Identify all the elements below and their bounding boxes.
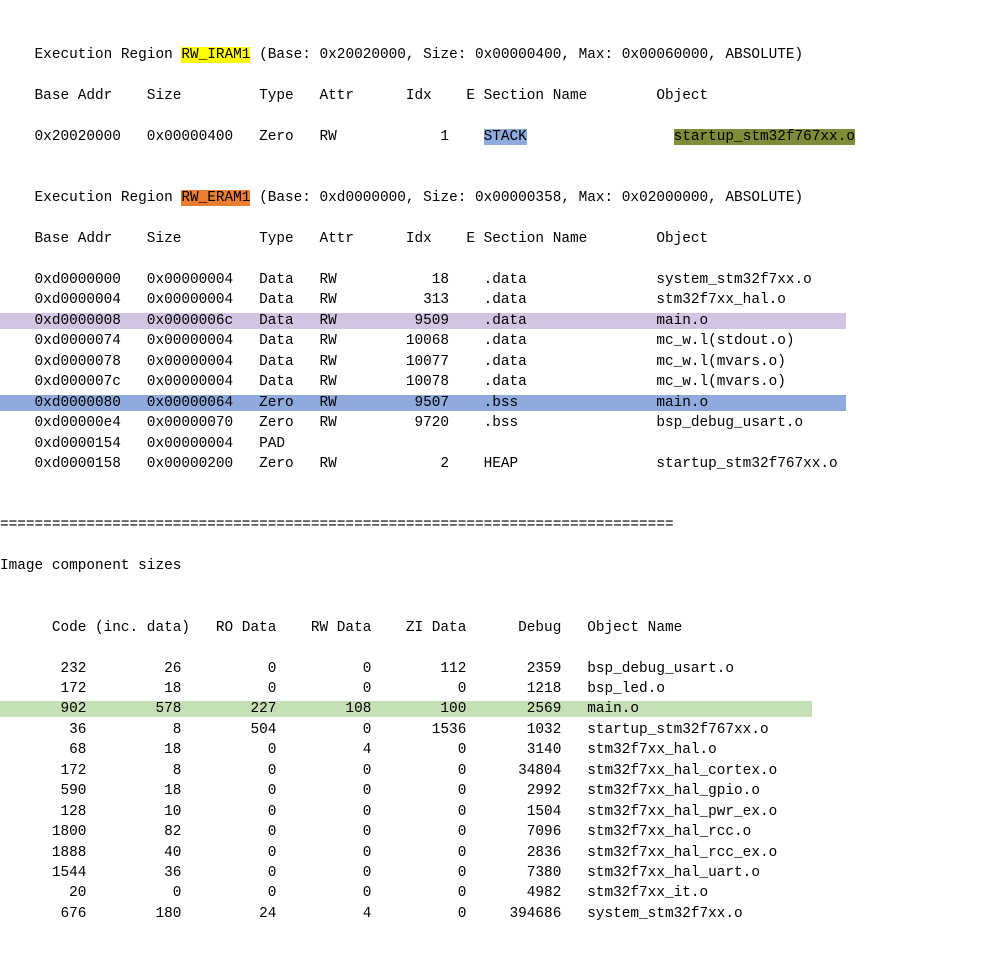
region2-row0: 0xd0000000 0x00000004 Data RW 18 .data s… bbox=[0, 272, 812, 288]
region2-header: Base Addr Size Type Attr Idx E Section N… bbox=[0, 231, 708, 247]
ics-row1: 172 18 0 0 0 1218 bsp_led.o bbox=[0, 681, 665, 697]
region2-row5: 0xd000007c 0x00000004 Data RW 10078 .dat… bbox=[0, 374, 786, 390]
region1-object: startup_stm32f767xx.o bbox=[674, 129, 855, 145]
ics-row11: 20 0 0 0 0 4982 stm32f7xx_it.o bbox=[0, 885, 708, 901]
ics-row0: 232 26 0 0 112 2359 bsp_debug_usart.o bbox=[0, 661, 734, 677]
region2-prefix: Execution Region bbox=[0, 190, 181, 206]
divider: ========================================… bbox=[0, 517, 674, 533]
region1-suffix: (Base: 0x20020000, Size: 0x00000400, Max… bbox=[250, 47, 803, 63]
region2-row4: 0xd0000078 0x00000004 Data RW 10077 .dat… bbox=[0, 354, 786, 370]
ics-row4: 68 18 0 4 0 3140 stm32f7xx_hal.o bbox=[0, 742, 717, 758]
ics-row10: 1544 36 0 0 0 7380 stm32f7xx_hal_uart.o bbox=[0, 865, 760, 881]
ics-row6: 590 18 0 0 0 2992 stm32f7xx_hal_gpio.o bbox=[0, 783, 760, 799]
region2-row8: 0xd0000154 0x00000004 PAD bbox=[0, 436, 285, 452]
ics-row9: 1888 40 0 0 0 2836 stm32f7xx_hal_rcc_ex.… bbox=[0, 845, 777, 861]
region1-row-mid bbox=[527, 129, 674, 145]
region2-row3: 0xd0000074 0x00000004 Data RW 10068 .dat… bbox=[0, 333, 795, 349]
region2-suffix: (Base: 0xd0000000, Size: 0x00000358, Max… bbox=[250, 190, 803, 206]
row-pad bbox=[639, 701, 812, 717]
image-component-sizes-title: Image component sizes bbox=[0, 558, 181, 574]
stack-label: STACK bbox=[484, 129, 527, 145]
region2-row9: 0xd0000158 0x00000200 Zero RW 2 HEAP sta… bbox=[0, 456, 838, 472]
region1-row-pre: 0x20020000 0x00000400 Zero RW 1 bbox=[0, 129, 484, 145]
ics-row8: 1800 82 0 0 0 7096 stm32f7xx_hal_rcc.o bbox=[0, 824, 751, 840]
ics-row3: 36 8 504 0 1536 1032 startup_stm32f767xx… bbox=[0, 722, 769, 738]
row-pad bbox=[708, 395, 846, 411]
region1-prefix: Execution Region bbox=[0, 47, 181, 63]
ics-header: Code (inc. data) RO Data RW Data ZI Data… bbox=[0, 620, 682, 636]
region2-row7: 0xd00000e4 0x00000070 Zero RW 9720 .bss … bbox=[0, 415, 803, 431]
ics-row7: 128 10 0 0 0 1504 stm32f7xx_hal_pwr_ex.o bbox=[0, 804, 777, 820]
region2-row2: 0xd0000008 0x0000006c Data RW 9509 .data… bbox=[0, 313, 708, 329]
region2-row6: 0xd0000080 0x00000064 Zero RW 9507 .bss … bbox=[0, 395, 708, 411]
region1-name: RW_IRAM1 bbox=[181, 47, 250, 63]
region2-row1: 0xd0000004 0x00000004 Data RW 313 .data … bbox=[0, 292, 786, 308]
ics-row5: 172 8 0 0 0 34804 stm32f7xx_hal_cortex.o bbox=[0, 763, 777, 779]
ics-row12: 676 180 24 4 0 394686 system_stm32f7xx.o bbox=[0, 906, 743, 922]
region1-header: Base Addr Size Type Attr Idx E Section N… bbox=[0, 88, 708, 104]
region2-name: RW_ERAM1 bbox=[181, 190, 250, 206]
ics-row2: 902 578 227 108 100 2569 main.o bbox=[0, 701, 639, 717]
row-pad bbox=[708, 313, 846, 329]
